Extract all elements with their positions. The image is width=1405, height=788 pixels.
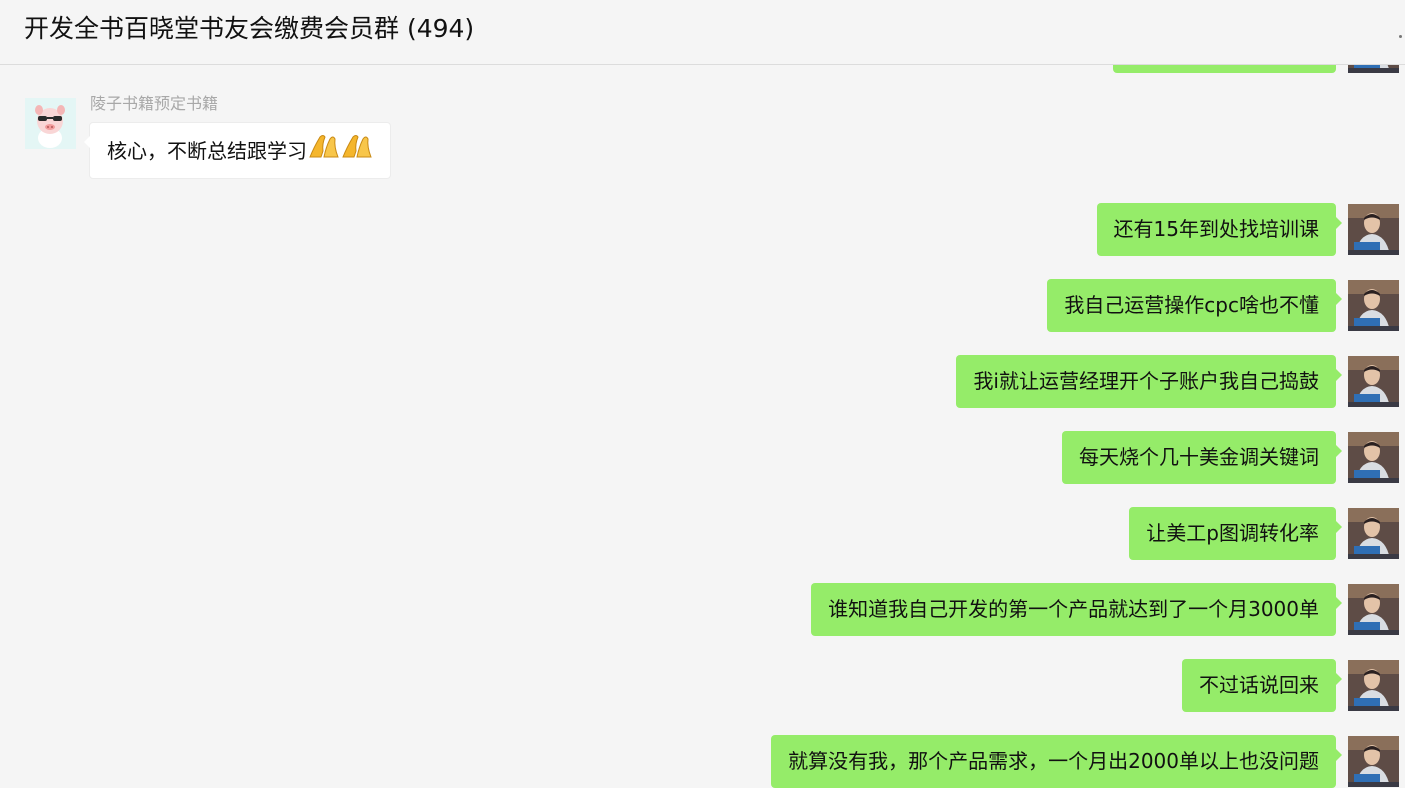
sender-avatar[interactable] (25, 98, 76, 149)
message-text: 我i就让运营经理开个子账户我自己捣鼓 (973, 369, 1319, 393)
sender-name: 陵子书籍预定书籍 (90, 94, 219, 113)
outgoing-message-bubble[interactable]: 每天烧个几十美金调关键词 (1062, 431, 1342, 484)
self-avatar[interactable] (1348, 432, 1399, 483)
folded-hands-icon (308, 124, 340, 181)
chat-title[interactable]: 开发全书百晓堂书友会缴费会员群 (494) (24, 9, 474, 45)
self-avatar[interactable] (1348, 508, 1399, 559)
outgoing-message-bubble[interactable]: 我i就让运营经理开个子账户我自己捣鼓 (956, 355, 1342, 408)
outgoing-message-bubble[interactable]: 就算没有我，那个产品需求，一个月出2000单以上也没问题 (771, 735, 1342, 788)
outgoing-message-bubble[interactable]: 我自己运营操作cpc啥也不懂 (1047, 279, 1342, 332)
outgoing-message-bubble[interactable]: 还有15年到处找培训课 (1096, 203, 1343, 256)
outgoing-message-bubble[interactable]: 不过话说回来 (1182, 659, 1342, 712)
message-text: 不过话说回来 (1199, 673, 1319, 697)
message-text: 还有15年到处找培训课 (1113, 217, 1319, 241)
self-avatar[interactable] (1348, 736, 1399, 787)
avatar-image (1348, 356, 1399, 407)
folded-hands-icon (341, 124, 373, 181)
outgoing-message-bubble[interactable]: 让美工p图调转化率 (1129, 507, 1342, 560)
self-avatar[interactable] (1348, 280, 1399, 331)
self-avatar[interactable] (1348, 660, 1399, 711)
more-options-icon[interactable] (1399, 35, 1402, 38)
avatar-image (1348, 204, 1399, 255)
message-text: 我自己运营操作cpc啥也不懂 (1064, 293, 1319, 317)
self-avatar[interactable] (1348, 204, 1399, 255)
message-text: 每天烧个几十美金调关键词 (1079, 445, 1319, 469)
message-text: 谁知道我自己开发的第一个产品就达到了一个月3000单 (828, 597, 1319, 621)
incoming-message-bubble[interactable]: 核心，不断总结跟学习 (84, 122, 391, 181)
outgoing-message-bubble[interactable]: 谁知道我自己开发的第一个产品就达到了一个月3000单 (811, 583, 1342, 636)
chat-header: 开发全书百晓堂书友会缴费会员群 (494) (0, 0, 1405, 65)
avatar-image (1348, 736, 1399, 787)
self-avatar[interactable] (1348, 584, 1399, 635)
pig-avatar-image (25, 98, 76, 149)
message-text: 就算没有我，那个产品需求，一个月出2000单以上也没问题 (788, 749, 1319, 773)
message-text: 让美工p图调转化率 (1146, 521, 1319, 545)
avatar-image (1348, 584, 1399, 635)
avatar-image (1348, 660, 1399, 711)
self-avatar[interactable] (1348, 356, 1399, 407)
message-text: 核心，不断总结跟学习 (107, 139, 307, 163)
avatar-image (1348, 280, 1399, 331)
avatar-image (1348, 432, 1399, 483)
avatar-image (1348, 508, 1399, 559)
